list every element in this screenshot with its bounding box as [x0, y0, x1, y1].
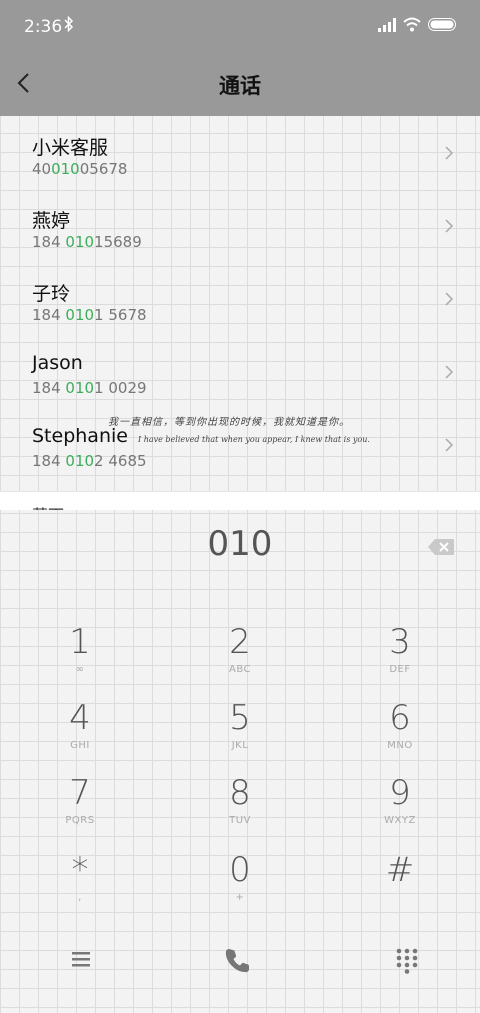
key-0[interactable]: 0 + [170, 850, 310, 920]
wifi-icon [403, 17, 421, 32]
contact-name: Jason [32, 352, 83, 374]
contact-name: Stephanie [32, 425, 128, 447]
number-prefix: 184 [32, 233, 66, 251]
contact-number: 184 0101 0029 [32, 379, 147, 397]
number-suffix: 2 4685 [94, 452, 147, 470]
menu-icon [72, 952, 90, 967]
key-letters: MNO [387, 740, 413, 751]
key-digit: 5 [229, 698, 251, 738]
number-match: 010 [65, 452, 95, 470]
number-prefix: 184 [32, 452, 66, 470]
key-digit: # [385, 850, 415, 890]
voicemail-icon: ∞ [75, 664, 85, 675]
key-letters: PQRS [65, 815, 95, 826]
battery-icon [428, 18, 456, 31]
number-prefix: 184 [32, 306, 66, 324]
wallpaper-text-cn: 我一直相信，等到你出现的时候，我就知道是你。 [108, 417, 350, 428]
key-letters: GHI [70, 740, 90, 751]
contact-number: 4001005678 [32, 160, 127, 178]
number-suffix: 1 5678 [94, 306, 147, 324]
bluetooth-icon [64, 15, 74, 36]
menu-button[interactable] [66, 946, 96, 972]
dial-number-display: 010 [207, 524, 273, 564]
contact-number: 184 0101 5678 [32, 306, 147, 324]
backspace-button[interactable] [427, 538, 455, 556]
number-match: 010 [65, 233, 95, 251]
key-digit: 2 [229, 622, 251, 662]
key-hash[interactable]: # [330, 850, 470, 920]
key-2[interactable]: 2 ABC [170, 622, 310, 692]
signal-icon [378, 18, 396, 32]
key-5[interactable]: 5 JKL [170, 698, 310, 768]
chevron-right-icon [445, 146, 454, 160]
number-suffix: 05678 [79, 160, 128, 178]
contact-number: 184 0102 4685 [32, 452, 147, 470]
key-3[interactable]: 3 DEF [330, 622, 470, 692]
number-match: 010 [51, 160, 80, 178]
key-letters: + [235, 892, 245, 903]
number-prefix: 40 [32, 160, 52, 178]
contact-number: 184 01015689 [32, 233, 142, 251]
key-digit: * [71, 850, 89, 890]
contact-name: 燕婷 [32, 210, 71, 232]
key-digit: 1 [69, 622, 91, 662]
key-letters: JKL [231, 740, 249, 751]
key-digit: 3 [389, 622, 411, 662]
key-letters: WXYZ [384, 815, 416, 826]
contact-result-yanting[interactable]: 燕婷 184 01015689 [0, 189, 480, 262]
chevron-right-icon [445, 219, 454, 233]
contact-result-ziling[interactable]: 子玲 184 0101 5678 [0, 262, 480, 335]
key-letters: TUV [229, 815, 251, 826]
backspace-icon [428, 539, 454, 555]
number-suffix: 1 0029 [94, 379, 147, 397]
number-match: 010 [65, 306, 95, 324]
key-digit: 8 [229, 773, 251, 813]
wallpaper-text-en: I have believed that when you appear, I … [138, 435, 370, 444]
dialpad-icon [396, 948, 418, 974]
key-1[interactable]: 1 ∞ [10, 622, 150, 692]
phone-icon [225, 949, 249, 973]
key-letters: DEF [389, 664, 411, 675]
key-digit: 0 [229, 850, 251, 890]
key-6[interactable]: 6 MNO [330, 698, 470, 768]
key-digit: 7 [69, 773, 91, 813]
key-9[interactable]: 9 WXYZ [330, 773, 470, 843]
number-match: 010 [65, 379, 95, 397]
chevron-right-icon [445, 365, 454, 379]
list-item-partial[interactable]: 萧雨 [0, 491, 480, 510]
contact-name: 小米客服 [32, 137, 109, 159]
contact-result-xiaomi-service[interactable]: 小米客服 4001005678 [0, 116, 480, 189]
key-digit: 6 [389, 698, 411, 738]
number-prefix: 184 [32, 379, 66, 397]
key-letters: , [78, 892, 82, 903]
key-star[interactable]: * , [10, 850, 150, 920]
status-time: 2:36 [24, 17, 63, 37]
key-8[interactable]: 8 TUV [170, 773, 310, 843]
status-bar: 2:36 [0, 0, 480, 52]
chevron-right-icon [445, 292, 454, 306]
contact-result-jason[interactable]: Jason 184 0101 0029 [0, 335, 480, 408]
number-suffix: 15689 [94, 233, 142, 251]
key-letters: ABC [228, 664, 251, 675]
contact-name: 萧雨 [32, 502, 64, 510]
key-digit: 9 [389, 773, 411, 813]
chevron-right-icon [445, 438, 454, 452]
dialpad-toggle-button[interactable] [394, 946, 420, 974]
page-title: 通话 [219, 74, 261, 98]
title-bar: 通话 [0, 52, 480, 116]
call-button[interactable] [222, 945, 254, 977]
key-digit: 4 [69, 698, 91, 738]
key-7[interactable]: 7 PQRS [10, 773, 150, 843]
contact-name: 子玲 [32, 283, 71, 305]
key-4[interactable]: 4 GHI [10, 698, 150, 768]
